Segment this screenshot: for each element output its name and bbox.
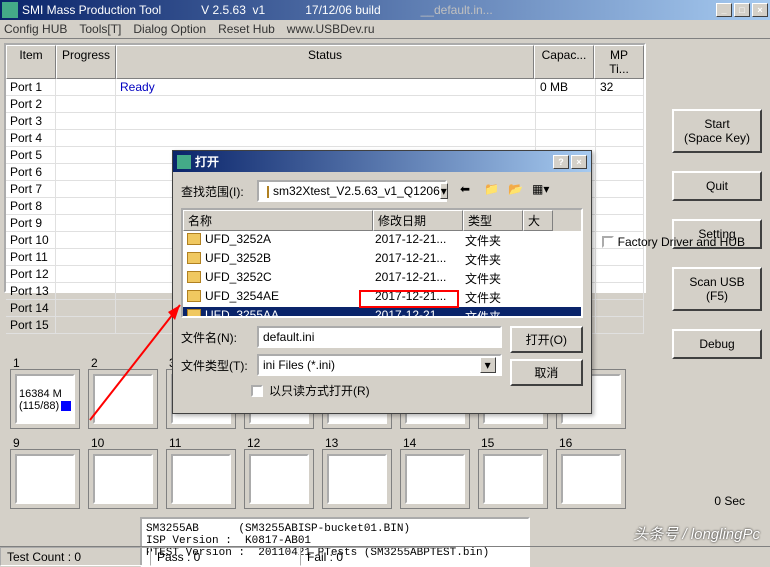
port-cell: Port 5 [6,147,56,163]
port-cell: Port 6 [6,164,56,180]
slot-12[interactable] [249,454,309,504]
col-capac[interactable]: Capac... [534,45,594,79]
app-title: SMI Mass Production Tool [22,3,161,17]
status-fail: Fail : 0 [300,547,450,566]
scan-usb-button[interactable]: Scan USB (F5) [672,267,762,311]
folder-icon [187,290,201,302]
dialog-icon [177,155,191,169]
folder-icon [187,271,201,283]
port-cell: Port 2 [6,96,56,112]
port-cell: Port 10 [6,232,56,248]
port-cell: Port 7 [6,181,56,197]
quit-button[interactable]: Quit [672,171,762,201]
folder-icon [187,309,201,318]
cancel-button[interactable]: 取消 [510,359,583,386]
filetype-label: 文件类型(T): [181,357,251,374]
timer-label: 0 Sec [714,494,745,508]
folder-icon [267,186,269,198]
app-build: 17/12/06 build [305,3,380,17]
slot-1[interactable]: 16384 M (115/88) [15,374,75,424]
col-size[interactable]: 大 [523,210,553,231]
slot-16[interactable] [561,454,621,504]
dialog-close-button[interactable]: × [571,155,587,169]
filetype-combo[interactable]: ini Files (*.ini) ▾ [257,354,502,376]
slot-15[interactable] [483,454,543,504]
app-icon [2,2,18,18]
readonly-label: 以只读方式打开(R) [269,382,370,399]
port-cell: Port 11 [6,249,56,265]
slot-13[interactable] [327,454,387,504]
filename-label: 文件名(N): [181,329,251,346]
app-file: __default.in... [421,3,493,17]
maximize-button[interactable]: □ [734,3,750,17]
port-cell: Port 12 [6,266,56,282]
port-cell: Port 8 [6,198,56,214]
menu-config[interactable]: Config HUB [4,22,67,36]
port-cell: Port 13 [6,283,56,299]
slot-2[interactable] [93,374,153,424]
watermark: 头条号 / longlingPc [633,523,760,544]
menu-reset[interactable]: Reset Hub [218,22,275,36]
open-dialog: 打开 ? × 查找范围(I): sm32Xtest_V2.5.63_v1_Q12… [172,150,592,414]
file-list[interactable]: 名称 修改日期 类型 大 UFD_3252A 2017-12-21... 文件夹… [181,208,583,318]
status-bar: Test Count : 0 Pass : 0 Fail : 0 [0,546,770,566]
chevron-down-icon[interactable]: ▾ [440,183,448,199]
port-cell: Port 15 [6,317,56,333]
col-date[interactable]: 修改日期 [373,210,463,231]
chevron-down-icon[interactable]: ▾ [480,357,496,373]
slot-11[interactable] [171,454,231,504]
app-version: V 2.5.63 v1 [201,3,265,17]
start-button[interactable]: Start (Space Key) [672,109,762,153]
col-progress[interactable]: Progress [56,45,116,79]
folder-icon [187,233,201,245]
view-menu-icon[interactable]: ▦▾ [531,181,551,201]
close-button[interactable]: × [752,3,768,17]
port-cell: Port 4 [6,130,56,146]
file-row[interactable]: UFD_3254AE 2017-12-21... 文件夹 [183,288,581,307]
back-icon[interactable]: ⬅ [459,181,479,201]
dialog-help-button[interactable]: ? [553,155,569,169]
factory-checkbox[interactable]: Factory Driver and HUB [602,235,745,249]
new-folder-icon[interactable]: 📂 [507,181,527,201]
up-folder-icon[interactable]: 📁 [483,181,503,201]
menu-url[interactable]: www.USBDev.ru [287,22,375,36]
lookin-label: 查找范围(I): [181,183,251,200]
filename-input[interactable]: default.ini [257,326,502,348]
file-row[interactable]: UFD_3252A 2017-12-21... 文件夹 [183,231,581,250]
slot-9[interactable] [15,454,75,504]
file-row[interactable]: UFD_3252C 2017-12-21... 文件夹 [183,269,581,288]
col-mpti[interactable]: MP Ti... [594,45,644,79]
slot-14[interactable] [405,454,465,504]
title-bar: SMI Mass Production Tool V 2.5.63 v1 17/… [0,0,770,20]
file-row[interactable]: UFD_3252B 2017-12-21... 文件夹 [183,250,581,269]
minimize-button[interactable]: _ [716,3,732,17]
file-row[interactable]: UFD_3255AA 2017-12-21... 文件夹 [183,307,581,318]
menu-tools[interactable]: Tools[T] [79,22,121,36]
readonly-checkbox[interactable] [251,385,263,397]
port-cell: Port 1 [6,79,56,95]
open-button[interactable]: 打开(O) [510,326,583,353]
lookin-combo[interactable]: sm32Xtest_V2.5.63_v1_Q1206 ▾ [257,180,447,202]
dialog-title: 打开 [195,153,553,170]
col-name[interactable]: 名称 [183,210,373,231]
menu-bar: Config HUB Tools[T] Dialog Option Reset … [0,20,770,39]
port-cell: Port 3 [6,113,56,129]
checkbox-icon[interactable] [602,236,614,248]
menu-dialog[interactable]: Dialog Option [133,22,206,36]
col-status[interactable]: Status [116,45,534,79]
folder-icon [187,252,201,264]
port-cell: Port 14 [6,300,56,316]
status-test-count: Test Count : 0 [0,547,150,566]
col-type[interactable]: 类型 [463,210,523,231]
port-cell: Port 9 [6,215,56,231]
debug-button[interactable]: Debug [672,329,762,359]
slot-10[interactable] [93,454,153,504]
status-pass: Pass : 0 [150,547,300,566]
col-item[interactable]: Item [6,45,56,79]
